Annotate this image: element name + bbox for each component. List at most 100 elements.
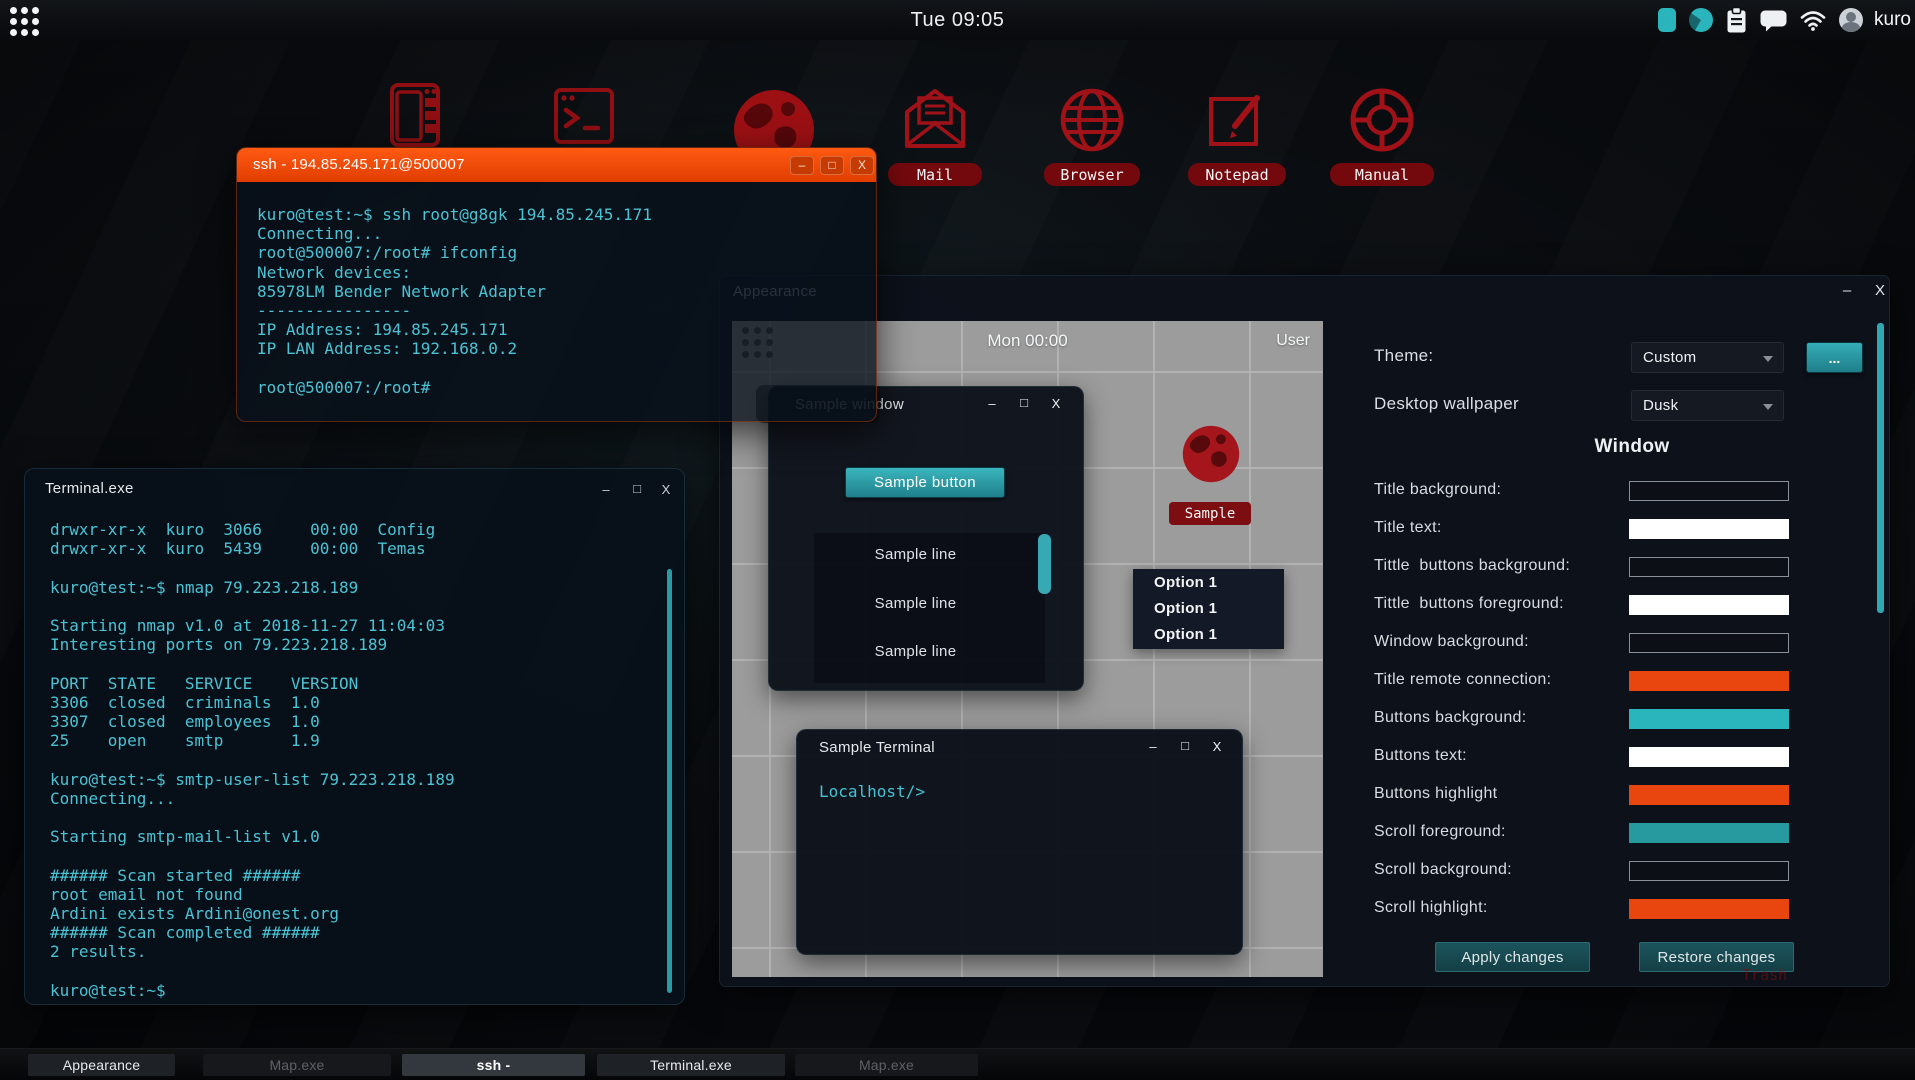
color-row-label: Buttons background: — [1374, 709, 1527, 726]
sample-list-item[interactable]: Sample line — [800, 546, 1031, 563]
color-row-label: Buttons highlight — [1374, 785, 1498, 802]
terminal-output: drwxr-xr-x kuro 3066 00:00 Config drwxr-… — [50, 520, 455, 1000]
color-swatch[interactable] — [1629, 595, 1789, 615]
terminal-icon[interactable] — [551, 86, 617, 151]
chevron-down-icon — [1763, 356, 1773, 362]
menu-option[interactable]: Option 1 — [1133, 621, 1284, 647]
close-button[interactable]: X — [850, 156, 874, 175]
lifebuoy-icon[interactable] — [1344, 82, 1420, 163]
user-avatar[interactable] — [1839, 8, 1864, 32]
close-button[interactable]: X — [1046, 396, 1066, 411]
color-row-label: Title text: — [1374, 519, 1442, 536]
sample-list-item[interactable]: Sample line — [800, 595, 1031, 612]
menu-option[interactable]: Option 1 — [1133, 569, 1284, 595]
color-swatch[interactable] — [1629, 709, 1789, 729]
preview-clock: Mon 00:00 — [987, 331, 1068, 350]
sample-button[interactable]: Sample button — [845, 467, 1005, 498]
taskbar: Appearance Map.exe ssh - Terminal.exe Ma… — [0, 1048, 1915, 1080]
desktop-icon-label[interactable]: Browser — [1044, 163, 1140, 186]
pencil-note-icon[interactable] — [1199, 82, 1275, 163]
color-row-label: Tittle buttons foreground: — [1374, 595, 1564, 612]
color-swatch[interactable] — [1629, 747, 1789, 767]
status-square-icon[interactable] — [1658, 8, 1677, 32]
ssh-terminal-output: kuro@test:~$ ssh root@g8gk 194.85.245.17… — [257, 205, 652, 397]
taskbar-item-ssh[interactable]: ssh - — [402, 1054, 585, 1076]
sample-icon-label[interactable]: Sample — [1169, 502, 1251, 525]
color-swatch[interactable] — [1629, 671, 1789, 691]
terminal-scrollbar[interactable] — [667, 569, 672, 993]
wifi-icon[interactable] — [1800, 10, 1826, 31]
color-row-label: Scroll background: — [1374, 861, 1512, 878]
color-row-label: Title background: — [1374, 481, 1502, 498]
minimize-button[interactable]: – — [982, 396, 1002, 411]
menu-option[interactable]: Option 1 — [1133, 595, 1284, 621]
taskbar-item-appearance[interactable]: Appearance — [28, 1054, 175, 1076]
taskbar-item-terminal[interactable]: Terminal.exe — [597, 1054, 785, 1076]
chat-icon[interactable] — [1760, 9, 1787, 32]
top-bar: Tue 09:05 kuro — [0, 0, 1915, 40]
wallpaper-value: Dusk — [1643, 397, 1679, 414]
close-button[interactable]: X — [656, 482, 676, 497]
wallpaper-dropdown[interactable]: Dusk — [1631, 390, 1784, 421]
minimize-button[interactable]: – — [596, 482, 616, 497]
close-button[interactable]: X — [1870, 282, 1890, 299]
sample-terminal-prompt: Localhost/> — [819, 782, 925, 801]
minimize-button[interactable]: – — [1143, 739, 1163, 754]
desktop-icon-label[interactable]: Notepad — [1188, 163, 1286, 186]
color-swatch[interactable] — [1629, 481, 1789, 501]
globe-wire-icon[interactable] — [1054, 82, 1130, 163]
color-swatch[interactable] — [1629, 633, 1789, 653]
clipboard-icon[interactable] — [1726, 6, 1747, 34]
theme-value: Custom — [1643, 349, 1697, 366]
ssh-titlebar[interactable]: ssh - 194.85.245.171@500007 – □ X — [237, 148, 876, 182]
trash-icon-label[interactable]: Trash — [1742, 966, 1787, 984]
theme-dropdown[interactable]: Custom — [1631, 342, 1784, 373]
sample-list: Sample line Sample line Sample line — [814, 533, 1051, 683]
app-grid-icon[interactable] — [10, 7, 39, 36]
sample-context-menu: Option 1 Option 1 Option 1 — [1133, 569, 1284, 649]
ssh-window: ssh - 194.85.245.171@500007 – □ X kuro@t… — [236, 147, 877, 422]
close-button[interactable]: X — [1207, 739, 1227, 754]
sample-terminal-title: Sample Terminal — [819, 739, 935, 756]
apply-changes-button[interactable]: Apply changes — [1435, 942, 1590, 972]
color-swatch[interactable] — [1629, 557, 1789, 577]
appearance-window: Appearance – X Mon 00:00 User Sample win… — [719, 275, 1890, 987]
envelope-icon[interactable] — [897, 82, 973, 163]
color-row-label: Buttons text: — [1374, 747, 1467, 764]
wallpaper-label: Desktop wallpaper — [1374, 394, 1519, 413]
sample-globe-icon[interactable] — [1180, 423, 1242, 490]
sample-scrollbar[interactable] — [1038, 534, 1051, 594]
chevron-down-icon — [1763, 404, 1773, 410]
color-swatch[interactable] — [1629, 785, 1789, 805]
sample-list-item[interactable]: Sample line — [800, 643, 1031, 660]
settings-scrollbar[interactable] — [1877, 323, 1884, 613]
color-row-label: Tittle buttons background: — [1374, 557, 1571, 574]
app-window-icon[interactable] — [383, 82, 447, 153]
color-swatch[interactable] — [1629, 899, 1789, 919]
sample-terminal-window: Sample Terminal – □ X Localhost/> — [796, 729, 1243, 955]
color-swatch[interactable] — [1629, 823, 1789, 843]
color-swatch[interactable] — [1629, 519, 1789, 539]
color-swatch[interactable] — [1629, 861, 1789, 881]
browse-button[interactable]: ... — [1806, 342, 1863, 373]
desktop-icon-label[interactable]: Manual — [1330, 163, 1434, 186]
minimize-button[interactable]: – — [790, 156, 814, 175]
system-tray: kuro — [1658, 0, 1911, 40]
color-row-label: Window background: — [1374, 633, 1529, 650]
minimize-button[interactable]: – — [1837, 282, 1857, 299]
username-label: kuro — [1874, 9, 1911, 30]
sample-window: Sample window – □ X Sample button Sample… — [768, 386, 1084, 691]
taskbar-item-map[interactable]: Map.exe — [203, 1054, 391, 1076]
preview-username: User — [1276, 332, 1310, 349]
color-row-label: Scroll highlight: — [1374, 899, 1488, 916]
maximize-button[interactable]: □ — [627, 481, 647, 496]
taskbar-item-map[interactable]: Map.exe — [795, 1054, 978, 1076]
maximize-button[interactable]: □ — [820, 156, 844, 175]
section-header: Window — [1594, 436, 1670, 457]
color-row-label: Scroll foreground: — [1374, 823, 1506, 840]
terminal-window: Terminal.exe – □ X drwxr-xr-x kuro 3066 … — [24, 468, 685, 1005]
maximize-button[interactable]: □ — [1014, 395, 1034, 410]
desktop-icon-label[interactable]: Mail — [888, 163, 982, 186]
status-pie-icon[interactable] — [1689, 8, 1714, 32]
maximize-button[interactable]: □ — [1175, 738, 1195, 753]
